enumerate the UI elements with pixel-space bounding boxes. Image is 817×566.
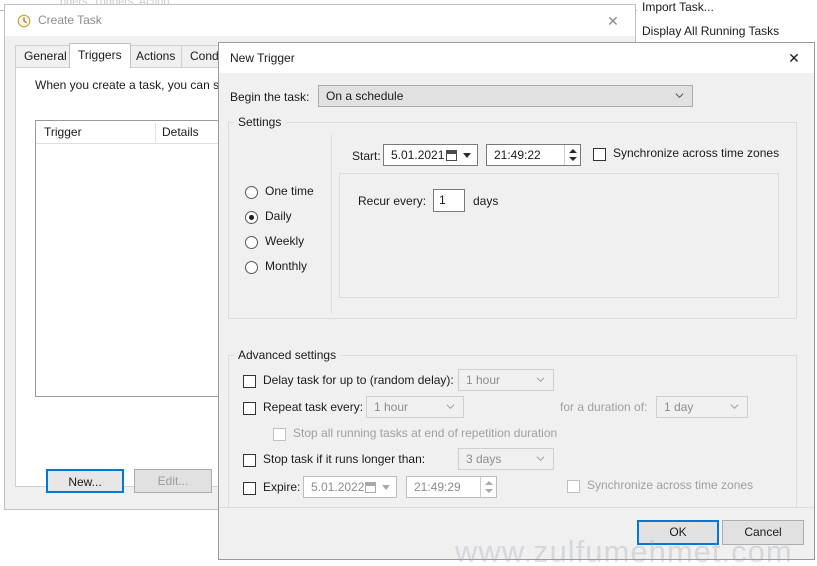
- create-task-titlebar: Create Task ✕: [5, 5, 635, 36]
- edit-trigger-button-label: Edit...: [158, 474, 189, 488]
- action-item-display-all-running-tasks[interactable]: Display All Running Tasks: [642, 24, 779, 38]
- new-trigger-titlebar: New Trigger ✕: [219, 43, 814, 73]
- actions-pane: Import Task... Display All Running Tasks: [637, 0, 817, 44]
- calendar-icon[interactable]: [446, 150, 457, 161]
- expire-date-field[interactable]: 5.01.2022: [303, 476, 397, 498]
- recur-every-value: 1: [439, 193, 446, 207]
- recur-every-input[interactable]: 1: [433, 189, 465, 212]
- start-time-field[interactable]: 21:49:22: [486, 144, 581, 166]
- stop-if-longer-checkbox[interactable]: [243, 454, 256, 467]
- repeat-task-value: 1 hour: [374, 400, 408, 414]
- repeat-task-checkbox[interactable]: [243, 402, 256, 415]
- tab-actions[interactable]: Actions: [127, 45, 184, 67]
- expire-time-field[interactable]: 21:49:29: [406, 476, 497, 498]
- action-item-label: Display All Running Tasks: [642, 24, 779, 38]
- delay-task-select[interactable]: 1 hour: [458, 369, 554, 391]
- close-icon[interactable]: ✕: [599, 11, 627, 31]
- action-item-label: Import Task...: [642, 0, 714, 14]
- column-divider: [155, 123, 156, 142]
- expire-time-value: 21:49:29: [414, 480, 461, 494]
- stop-if-longer-select[interactable]: 3 days: [458, 448, 554, 470]
- chevron-down-icon[interactable]: [463, 153, 471, 158]
- expire-label: Expire:: [263, 480, 300, 494]
- chevron-down-icon: [536, 454, 545, 463]
- tab-label: Triggers: [78, 48, 122, 62]
- new-trigger-dialog: New Trigger ✕ Begin the task: On a sched…: [218, 42, 815, 560]
- repeat-task-label: Repeat task every:: [263, 400, 363, 414]
- action-item-import-task[interactable]: Import Task...: [642, 0, 714, 14]
- start-date-field[interactable]: 5.01.2021: [383, 144, 478, 166]
- repeat-task-select[interactable]: 1 hour: [366, 396, 464, 418]
- tab-label: Actions: [136, 49, 175, 63]
- sync-timezones-checkbox[interactable]: [593, 148, 606, 161]
- start-time-value: 21:49:22: [494, 148, 541, 162]
- chevron-down-icon: [536, 375, 545, 384]
- recur-every-unit: days: [473, 194, 498, 208]
- chevron-down-icon: [730, 402, 739, 411]
- triggers-description: When you create a task, you can spe: [35, 78, 232, 92]
- recur-every-label: Recur every:: [358, 194, 426, 208]
- delay-task-label: Delay task for up to (random delay):: [263, 373, 454, 387]
- watermark: www.zulfumehmet.com: [455, 534, 793, 566]
- chevron-down-icon[interactable]: [382, 485, 390, 490]
- recurrence-panel: [339, 173, 779, 298]
- delay-task-checkbox[interactable]: [243, 375, 256, 388]
- tab-triggers[interactable]: Triggers: [69, 43, 131, 68]
- screen: ngers, Triggers, Action... Import Task..…: [0, 0, 817, 566]
- new-trigger-button-label: New...: [68, 475, 101, 489]
- tab-general[interactable]: General: [15, 45, 76, 67]
- close-icon[interactable]: ✕: [780, 48, 808, 68]
- stop-if-longer-value: 3 days: [466, 452, 501, 466]
- tab-label: General: [24, 49, 67, 63]
- settings-column-divider: [331, 135, 332, 313]
- sync-timezones-label: Synchronize across time zones: [613, 146, 779, 160]
- stepper-down-icon[interactable]: [569, 157, 577, 161]
- begin-task-select[interactable]: On a schedule: [318, 85, 693, 107]
- start-label: Start:: [352, 149, 381, 163]
- repeat-duration-select[interactable]: 1 day: [656, 396, 748, 418]
- advanced-settings-group-label: Advanced settings: [234, 348, 340, 362]
- stepper-up-icon[interactable]: [485, 481, 493, 485]
- time-stepper[interactable]: [480, 477, 496, 497]
- repeat-duration-value: 1 day: [664, 400, 693, 414]
- expire-sync-timezones-label: Synchronize across time zones: [587, 478, 753, 492]
- radio-weekly-label: Weekly: [265, 234, 304, 248]
- stepper-down-icon[interactable]: [485, 489, 493, 493]
- time-stepper[interactable]: [564, 145, 580, 165]
- radio-daily[interactable]: [245, 211, 258, 224]
- radio-weekly[interactable]: [245, 236, 258, 249]
- stop-if-longer-label: Stop task if it runs longer than:: [263, 452, 425, 466]
- edit-trigger-button[interactable]: Edit...: [134, 469, 212, 493]
- chevron-down-icon: [446, 402, 455, 411]
- expire-checkbox[interactable]: [243, 482, 256, 495]
- expire-date-value: 5.01.2022: [311, 480, 364, 494]
- stop-all-running-checkbox[interactable]: [273, 428, 286, 441]
- radio-monthly-label: Monthly: [265, 259, 307, 273]
- new-trigger-body: Begin the task: On a schedule Settings O…: [219, 73, 814, 508]
- chevron-down-icon: [675, 91, 684, 100]
- begin-task-label: Begin the task:: [230, 90, 309, 104]
- begin-task-value: On a schedule: [326, 89, 403, 103]
- stop-all-running-label: Stop all running tasks at end of repetit…: [293, 426, 557, 440]
- column-header-trigger[interactable]: Trigger: [44, 125, 82, 139]
- clock-icon: [17, 14, 31, 28]
- radio-one-time[interactable]: [245, 186, 258, 199]
- column-header-details[interactable]: Details: [162, 125, 199, 139]
- settings-group-label: Settings: [234, 115, 285, 129]
- calendar-icon[interactable]: [365, 482, 376, 493]
- start-date-value: 5.01.2021: [391, 148, 444, 162]
- repeat-duration-label: for a duration of:: [560, 400, 647, 414]
- create-task-title: Create Task: [38, 13, 102, 27]
- radio-monthly[interactable]: [245, 261, 258, 274]
- delay-task-value: 1 hour: [466, 373, 500, 387]
- new-trigger-title: New Trigger: [230, 51, 295, 65]
- stepper-up-icon[interactable]: [569, 149, 577, 153]
- new-trigger-button[interactable]: New...: [46, 469, 124, 493]
- radio-daily-label: Daily: [265, 209, 292, 223]
- radio-one-time-label: One time: [265, 184, 314, 198]
- expire-sync-timezones-checkbox[interactable]: [567, 480, 580, 493]
